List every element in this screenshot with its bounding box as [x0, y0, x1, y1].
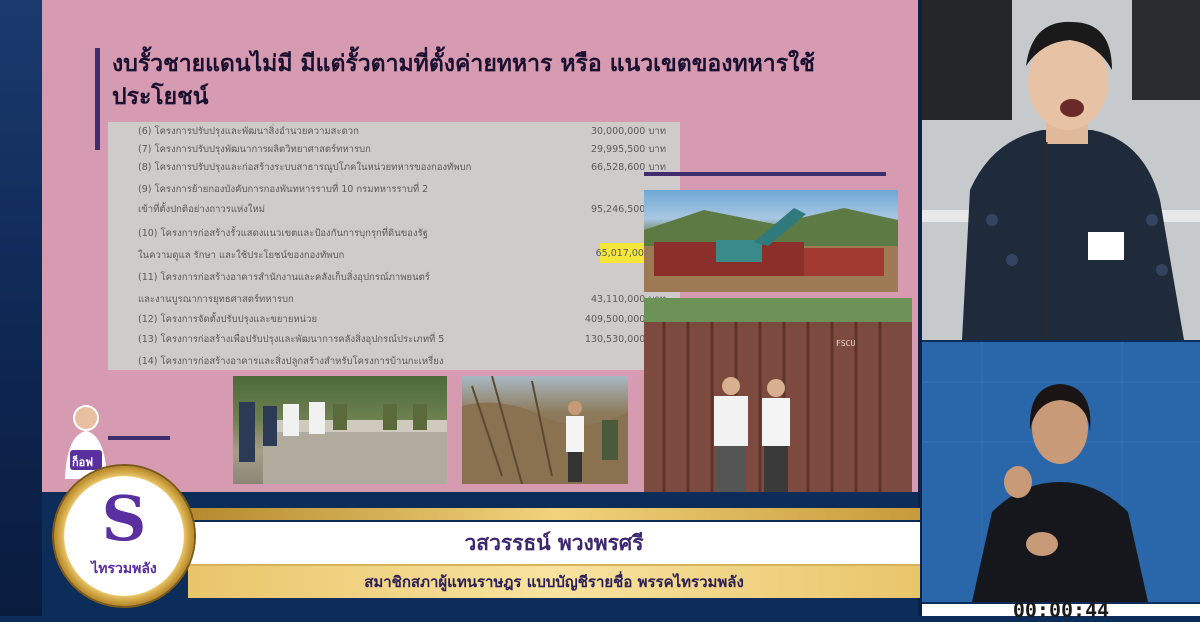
list-item: และงานบูรณาการยุทธศาสตร์ทหารบก 43,110,00…	[108, 290, 680, 308]
speaker-video	[922, 0, 1200, 340]
list-item-amount: 29,995,500 บาท	[590, 144, 666, 155]
list-item: ในความดูแล รักษา และใช้ประโยชน์ของกองทัพ…	[108, 243, 680, 264]
officers-scene	[239, 402, 447, 484]
party-logo-text: ไทรวมพลัง	[91, 561, 157, 577]
list-item-text: (11) โครงการก่อสร้างอาคารสำนักงานและคลัง…	[138, 272, 430, 283]
inspection-scene	[462, 376, 628, 484]
container-photo: FSCU	[644, 298, 912, 492]
container-scene: FSCU	[644, 298, 912, 492]
list-item: (10) โครงการก่อสร้างรั้วแสดงแนวเขตและป้อ…	[108, 224, 680, 242]
title-accent-bar	[95, 48, 100, 150]
party-logo-mark: S	[101, 482, 147, 555]
list-item: (12) โครงการจัดตั้งปรับปรุงและขยายหน่วย …	[108, 310, 680, 328]
speaker-scene	[922, 0, 1200, 340]
mascot-label: ก็อฟ	[72, 456, 94, 469]
list-item-text: (13) โครงการก่อสร้างเพื่อปรับปรุงและพัฒน…	[138, 334, 445, 345]
list-item-text: และงานบูรณาการยุทธศาสตร์ทหารบก	[138, 294, 294, 305]
list-item: (13) โครงการก่อสร้างเพื่อปรับปรุงและพัฒน…	[108, 330, 680, 348]
left-background	[0, 0, 42, 616]
accent-line	[644, 172, 886, 176]
speaker-role: สมาชิกสภาผู้แทนราษฎร แบบบัญชีรายชื่อ พรร…	[364, 573, 744, 591]
list-item: (14) โครงการก่อสร้างอาคารและสิ่งปลูกสร้า…	[108, 352, 680, 370]
slide-title: งบรั้วชายแดนไม่มี มีแต่รั้วตามที่ตั้งค่า…	[112, 51, 815, 110]
role-banner: สมาชิกสภาผู้แทนราษฎร แบบบัญชีรายชื่อ พรร…	[188, 566, 920, 598]
interpreter-figure	[922, 342, 1200, 602]
excavator-photo	[644, 190, 898, 292]
name-banner: วสวรรธน์ พวงพรศรี	[188, 522, 920, 566]
budget-list: (6) โครงการปรับปรุงและพัฒนาสิ่งอำนวยความ…	[108, 122, 680, 370]
list-item-amount: 65,017,000	[595, 248, 650, 259]
excavator-scene	[644, 208, 898, 292]
container-code: FSCU	[836, 339, 855, 348]
list-item-text: (6) โครงการปรับปรุงและพัฒนาสิ่งอำนวยความ…	[138, 126, 359, 137]
list-item: (6) โครงการปรับปรุงและพัฒนาสิ่งอำนวยความ…	[108, 122, 680, 140]
list-item-text: เข้าที่ตั้งปกติอย่างถาวรแห่งใหม่	[138, 204, 266, 215]
accent-line	[108, 436, 170, 440]
speaker-name: วสวรรธน์ พวงพรศรี	[464, 531, 644, 555]
list-item-amount: 30,000,000 บาท	[590, 126, 666, 137]
list-item: (7) โครงการปรับปรุงพัฒนาการผลิตวิทยาศาสต…	[108, 140, 680, 158]
list-item-text: ในความดูแล รักษา และใช้ประโยชน์ของกองทัพ…	[138, 250, 345, 261]
list-item-text: (7) โครงการปรับปรุงพัฒนาการผลิตวิทยาศาสต…	[138, 144, 371, 155]
list-item-text: (10) โครงการก่อสร้างรั้วแสดงแนวเขตและป้อ…	[138, 228, 428, 239]
list-item-text: (14) โครงการก่อสร้างอาคารและสิ่งปลูกสร้า…	[138, 356, 444, 367]
list-item: เข้าที่ตั้งปกติอย่างถาวรแห่งใหม่ 95,246,…	[108, 200, 680, 218]
sign-language-interpreter	[922, 342, 1200, 602]
clock-time: 00:00:44	[1012, 598, 1110, 622]
list-item-text: (12) โครงการจัดตั้งปรับปรุงและขยายหน่วย	[138, 314, 318, 325]
list-item: (9) โครงการย้ายกองบังคับการกองพันทหารราบ…	[108, 180, 680, 198]
list-item-text: (9) โครงการย้ายกองบังคับการกองพันทหารราบ…	[138, 184, 429, 195]
inspection-photo	[462, 376, 628, 484]
list-item: (11) โครงการก่อสร้างอาคารสำนักงานและคลัง…	[108, 268, 680, 286]
officers-photo	[233, 376, 447, 484]
party-logo: S ไทรวมพลัง	[54, 466, 194, 606]
gold-strip	[188, 508, 920, 520]
list-item-text: (8) โครงการปรับปรุงและก่อสร้างระบบสาธารณ…	[138, 162, 472, 173]
clock: 00:00:44	[922, 598, 1200, 622]
list-item: (8) โครงการปรับปรุงและก่อสร้างระบบสาธารณ…	[108, 158, 680, 176]
